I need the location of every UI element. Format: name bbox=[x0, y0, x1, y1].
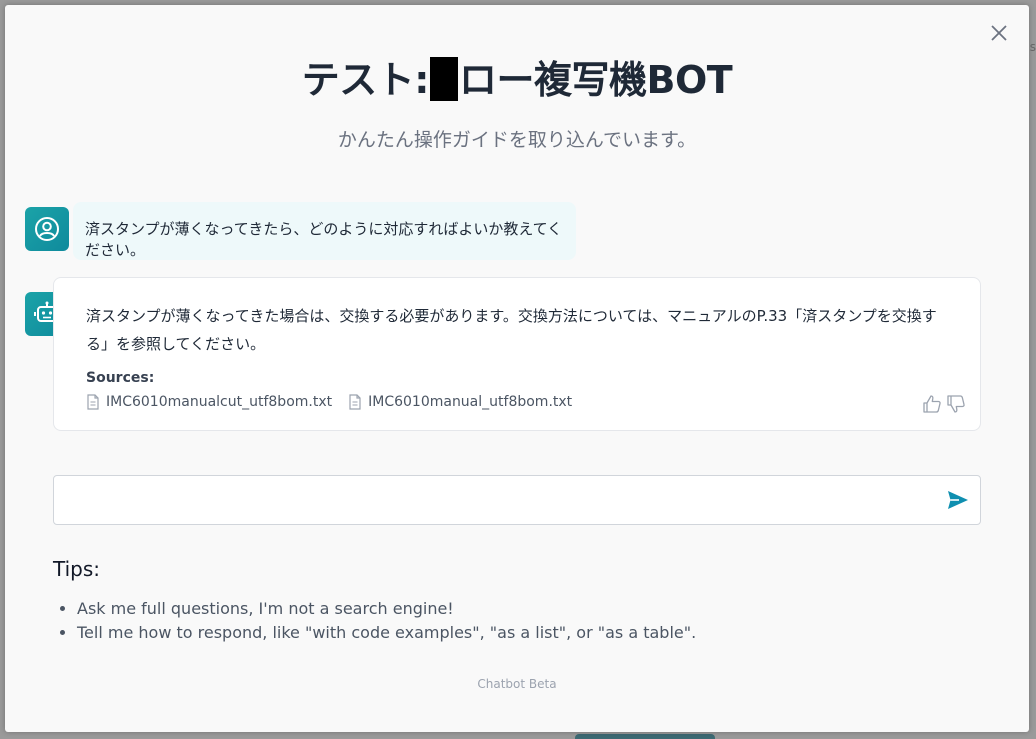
sources-label: Sources: bbox=[86, 370, 155, 386]
tips-heading: Tips: bbox=[53, 557, 101, 581]
send-icon bbox=[948, 491, 968, 509]
feedback-controls bbox=[922, 394, 966, 414]
close-icon bbox=[991, 25, 1007, 41]
title-suffix: ロー複写機BOT bbox=[459, 58, 733, 102]
source-name: IMC6010manualcut_utf8bom.txt bbox=[106, 394, 333, 410]
thumbs-down-button[interactable] bbox=[946, 394, 966, 414]
thumbs-up-button[interactable] bbox=[922, 394, 942, 414]
chat-input[interactable] bbox=[66, 486, 930, 516]
page-subtitle: かんたん操作ガイドを取り込んでいます。 bbox=[337, 129, 697, 151]
user-message-text: 済スタンプが薄くなってきたら、どのように対応すればよいか教えてください。 bbox=[85, 220, 563, 259]
backdrop-bottom-tab bbox=[575, 734, 715, 739]
bot-message: 済スタンプが薄くなってきた場合は、交換する必要があります。交換方法については、マ… bbox=[53, 277, 981, 431]
user-icon bbox=[35, 217, 59, 241]
send-button[interactable] bbox=[946, 488, 970, 512]
source-link[interactable]: IMC6010manual_utf8bom.txt bbox=[348, 394, 572, 410]
backdrop-edge-text: s bbox=[1029, 40, 1036, 54]
tip-item: Tell me how to respond, like "with code … bbox=[77, 621, 696, 645]
user-message: 済スタンプが薄くなってきたら、どのように対応すればよいか教えてください。 bbox=[73, 202, 576, 260]
redaction-block bbox=[430, 57, 458, 101]
document-icon bbox=[87, 394, 99, 410]
thumbs-up-icon bbox=[923, 395, 941, 413]
chatbot-modal: テスト: ロー複写機BOT かんたん操作ガイドを取り込んでいます。 済スタンプが薄… bbox=[5, 5, 1029, 732]
source-name: IMC6010manual_utf8bom.txt bbox=[368, 394, 573, 410]
title-prefix: テスト: bbox=[301, 58, 430, 102]
thumbs-down-icon bbox=[947, 395, 965, 413]
footer-label: Chatbot Beta bbox=[477, 677, 557, 691]
user-avatar bbox=[25, 207, 69, 251]
close-button[interactable] bbox=[989, 23, 1009, 43]
page-title: テスト: ロー複写機BOT bbox=[5, 49, 1029, 104]
bot-message-text: 済スタンプが薄くなってきた場合は、交換する必要があります。交換方法については、マ… bbox=[86, 307, 937, 353]
source-link[interactable]: IMC6010manualcut_utf8bom.txt bbox=[86, 394, 332, 410]
tip-item: Ask me full questions, I'm not a search … bbox=[77, 597, 696, 621]
sources-list: IMC6010manualcut_utf8bom.txt IMC6010manu… bbox=[86, 394, 572, 410]
chat-input-box bbox=[53, 475, 981, 525]
document-icon bbox=[349, 394, 361, 410]
tips-list: Ask me full questions, I'm not a search … bbox=[53, 597, 696, 645]
